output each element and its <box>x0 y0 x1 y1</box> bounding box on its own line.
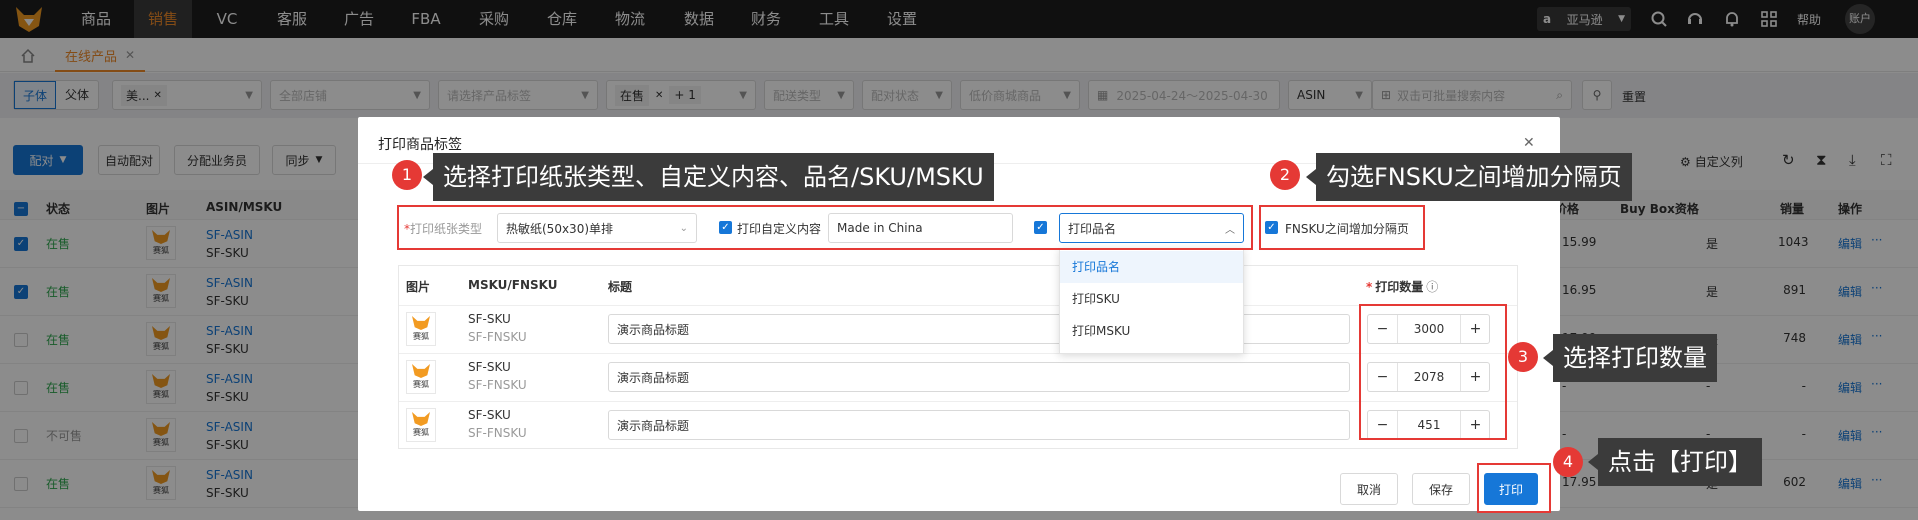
title-input[interactable]: 演示商品标题 <box>608 410 1350 440</box>
thumbnail-label: 赛狐 <box>413 428 429 437</box>
product-thumbnail: 赛狐 <box>406 408 436 442</box>
step-callout-3: 选择打印数量 <box>1543 334 1717 382</box>
row-divider <box>399 305 1517 306</box>
step-callout-4: 点击【打印】 <box>1588 438 1762 486</box>
thumbnail-label: 赛狐 <box>413 332 429 341</box>
dialog-title: 打印商品标签 <box>378 137 462 153</box>
fox-logo-icon <box>412 316 430 330</box>
step-callout-1: 选择打印纸张类型、自定义内容、品名/SKU/MSKU <box>423 153 994 201</box>
dropdown-option[interactable]: 打印MSKU <box>1060 315 1243 347</box>
cancel-button[interactable]: 取消 <box>1340 473 1398 505</box>
annotation-box-4 <box>1477 463 1551 513</box>
help-icon[interactable]: ⓘ <box>1426 278 1438 295</box>
col-qty-label: 打印数量 <box>1375 280 1424 294</box>
row-sku: SF-SKU <box>468 360 511 374</box>
row-divider <box>399 353 1517 354</box>
save-button[interactable]: 保存 <box>1412 473 1470 505</box>
col-image: 图片 <box>406 280 431 294</box>
row-fnsku: SF-FNSKU <box>468 330 527 344</box>
step-badge-4: 4 <box>1553 447 1583 477</box>
title-input[interactable]: 演示商品标题 <box>608 362 1350 392</box>
row-sku: SF-SKU <box>468 408 511 422</box>
annotation-box-2 <box>1259 205 1425 250</box>
annotation-box-1 <box>397 205 1253 250</box>
row-divider <box>399 401 1517 402</box>
thumbnail-label: 赛狐 <box>413 380 429 389</box>
name-type-dropdown: 打印品名 打印SKU 打印MSKU <box>1059 248 1244 354</box>
col-qty: * 打印数量 ⓘ <box>1366 278 1438 295</box>
row-fnsku: SF-FNSKU <box>468 426 527 440</box>
fox-logo-icon <box>412 364 430 378</box>
step-badge-2: 2 <box>1270 160 1300 190</box>
product-thumbnail: 赛狐 <box>406 312 436 346</box>
annotation-box-3 <box>1359 304 1507 440</box>
dropdown-option[interactable]: 打印品名 <box>1060 251 1243 283</box>
fox-logo-icon <box>412 412 430 426</box>
row-fnsku: SF-FNSKU <box>468 378 527 392</box>
dropdown-option[interactable]: 打印SKU <box>1060 283 1243 315</box>
step-badge-1: 1 <box>392 160 422 190</box>
row-sku: SF-SKU <box>468 312 511 326</box>
product-thumbnail: 赛狐 <box>406 360 436 394</box>
step-callout-2: 勾选FNSKU之间增加分隔页 <box>1306 153 1632 201</box>
close-icon[interactable]: ✕ <box>1523 135 1535 151</box>
step-badge-3: 3 <box>1508 342 1538 372</box>
col-title: 标题 <box>608 280 633 294</box>
required-mark: * <box>1366 279 1373 294</box>
col-msku[interactable]: MSKU/FNSKU <box>468 278 558 292</box>
